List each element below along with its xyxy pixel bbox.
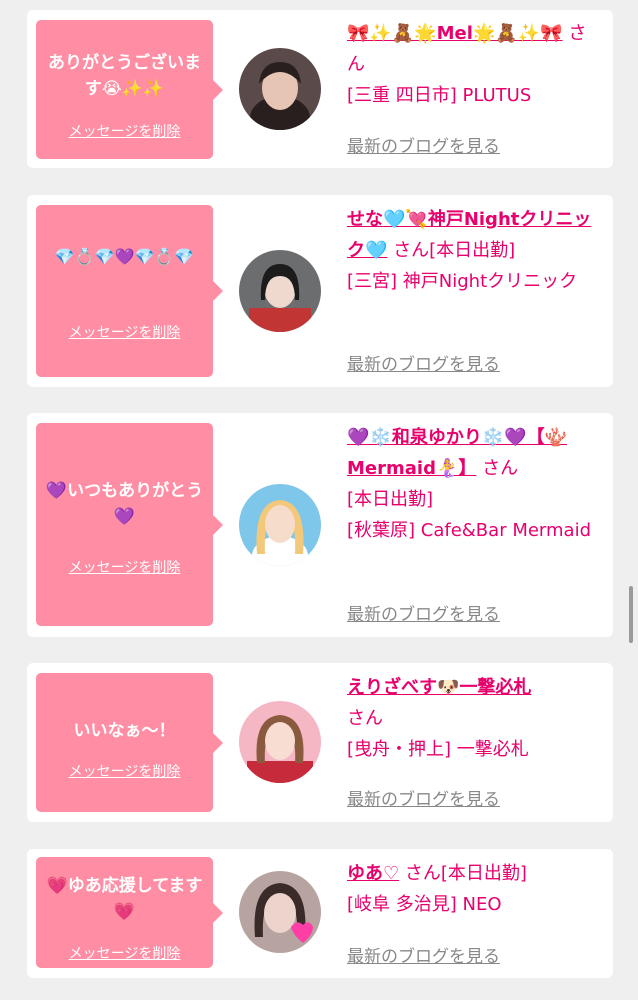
- area-shop: [秋葉原] Cafe&Bar Mermaid: [347, 520, 591, 541]
- status-label: [本日出勤]: [440, 863, 527, 884]
- message-text: 💗ゆあ応援してます💗: [46, 876, 203, 922]
- message-bubble: 💗ゆあ応援してます💗 メッセージを削除: [36, 857, 223, 968]
- latest-blog-link[interactable]: 最新のブログを見る: [347, 600, 500, 625]
- message-card: 💗ゆあ応援してます💗 メッセージを削除 ゆあ♡ さん[本日出勤] [岐阜 多治見…: [27, 849, 613, 978]
- girl-name-link[interactable]: 🎀✨🧸🌟Mel🌟🧸✨🎀: [347, 23, 563, 44]
- honorific: さん: [393, 240, 430, 261]
- delete-message-link[interactable]: メッセージを削除: [36, 761, 213, 781]
- area-shop: [三重 四日市] PLUTUS: [347, 85, 532, 106]
- message-text: 💎💍💎💜💎💍💎: [54, 247, 195, 266]
- delete-message-link[interactable]: メッセージを削除: [36, 322, 213, 342]
- message-bubble: 💎💍💎💜💎💍💎 メッセージを削除: [36, 205, 223, 377]
- latest-blog-link[interactable]: 最新のブログを見る: [347, 942, 500, 967]
- avatar-image: [239, 701, 321, 783]
- girl-info: 🎀✨🧸🌟Mel🌟🧸✨🎀 さん [三重 四日市] PLUTUS: [347, 18, 603, 111]
- delete-message-link[interactable]: メッセージを削除: [36, 557, 213, 577]
- honorific: さん: [347, 708, 383, 729]
- avatar[interactable]: [239, 250, 321, 332]
- honorific: さん: [482, 458, 519, 479]
- message-bubble: いいなぁ〜！ メッセージを削除: [36, 673, 223, 812]
- message-text: ありがとうございます😭✨✨: [48, 53, 201, 99]
- message-bubble: 💜いつもありがとう💜 メッセージを削除: [36, 423, 223, 626]
- avatar[interactable]: [239, 871, 321, 953]
- girl-info: せな🩵💘神戸Nightクリニック🩵 さん[本日出勤] [三宮] 神戸Nightク…: [347, 204, 603, 297]
- delete-message-link[interactable]: メッセージを削除: [36, 121, 213, 141]
- message-card: ありがとうございます😭✨✨ メッセージを削除 🎀✨🧸🌟Mel🌟🧸✨🎀 さん [三…: [27, 10, 613, 168]
- area-shop: [岐阜 多治見] NEO: [347, 894, 502, 915]
- avatar-image: [239, 250, 321, 332]
- girl-name-link[interactable]: ゆあ♡: [347, 863, 399, 884]
- girl-name-link[interactable]: 💜❄️和泉ゆかり❄️💜【🪸Mermaid🧜‍♀️】: [347, 427, 567, 479]
- area-shop: [三宮] 神戸Nightクリニック: [347, 271, 578, 292]
- avatar-image: [239, 871, 321, 953]
- message-card: 💜いつもありがとう💜 メッセージを削除 💜❄️和泉ゆかり❄️💜【🪸Mermaid…: [27, 413, 613, 637]
- avatar-image: [239, 484, 321, 566]
- avatar-image: [239, 48, 321, 130]
- latest-blog-link[interactable]: 最新のブログを見る: [347, 785, 500, 810]
- girl-info: えりざべす🐶一撃必札 さん [曳舟・押上] 一撃必札: [347, 672, 603, 765]
- message-bubble: ありがとうございます😭✨✨ メッセージを削除: [36, 20, 223, 159]
- delete-message-link[interactable]: メッセージを削除: [36, 943, 213, 963]
- honorific: さん: [404, 863, 441, 884]
- status-label: [本日出勤]: [429, 240, 516, 261]
- latest-blog-link[interactable]: 最新のブログを見る: [347, 132, 500, 157]
- message-text: いいなぁ〜！: [73, 721, 176, 741]
- avatar[interactable]: [239, 484, 321, 566]
- area-shop: [曳舟・押上] 一撃必札: [347, 739, 529, 760]
- avatar[interactable]: [239, 701, 321, 783]
- message-card: 💎💍💎💜💎💍💎 メッセージを削除 せな🩵💘神戸Nightクリニック🩵 さん[本日…: [27, 195, 613, 387]
- girl-info: 💜❄️和泉ゆかり❄️💜【🪸Mermaid🧜‍♀️】 さん [本日出勤] [秋葉原…: [347, 422, 603, 546]
- message-card: いいなぁ〜！ メッセージを削除 えりざべす🐶一撃必札 さん [曳舟・押上] 一撃…: [27, 663, 613, 822]
- message-list: ありがとうございます😭✨✨ メッセージを削除 🎀✨🧸🌟Mel🌟🧸✨🎀 さん [三…: [0, 0, 638, 1000]
- scrollbar[interactable]: [629, 586, 633, 643]
- girl-info: ゆあ♡ さん[本日出勤] [岐阜 多治見] NEO: [347, 858, 603, 920]
- girl-name-link[interactable]: えりざべす🐶一撃必札: [347, 677, 531, 698]
- message-text: 💜いつもありがとう💜: [45, 481, 204, 527]
- status-label: [本日出勤]: [347, 489, 434, 510]
- avatar[interactable]: [239, 48, 321, 130]
- latest-blog-link[interactable]: 最新のブログを見る: [347, 350, 500, 375]
